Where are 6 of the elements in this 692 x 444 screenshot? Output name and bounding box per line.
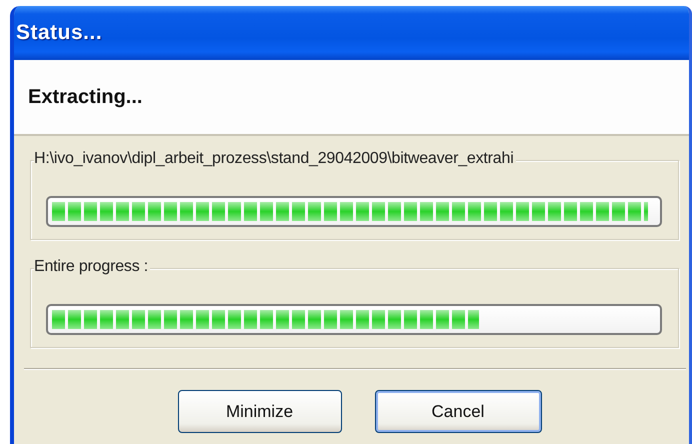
dialog-button[interactable]: Cancel [374,390,542,433]
dialog-button[interactable]: Minimize [178,390,342,433]
status-heading: Extracting... [28,86,142,108]
window-title: Status... [16,21,102,45]
group-label: H:\ivo_ivanov\dipl_arbeit_prozess\stand_29042009\bitweaver_extrahi [34,150,516,168]
group-label: Entire progress : [34,258,150,276]
